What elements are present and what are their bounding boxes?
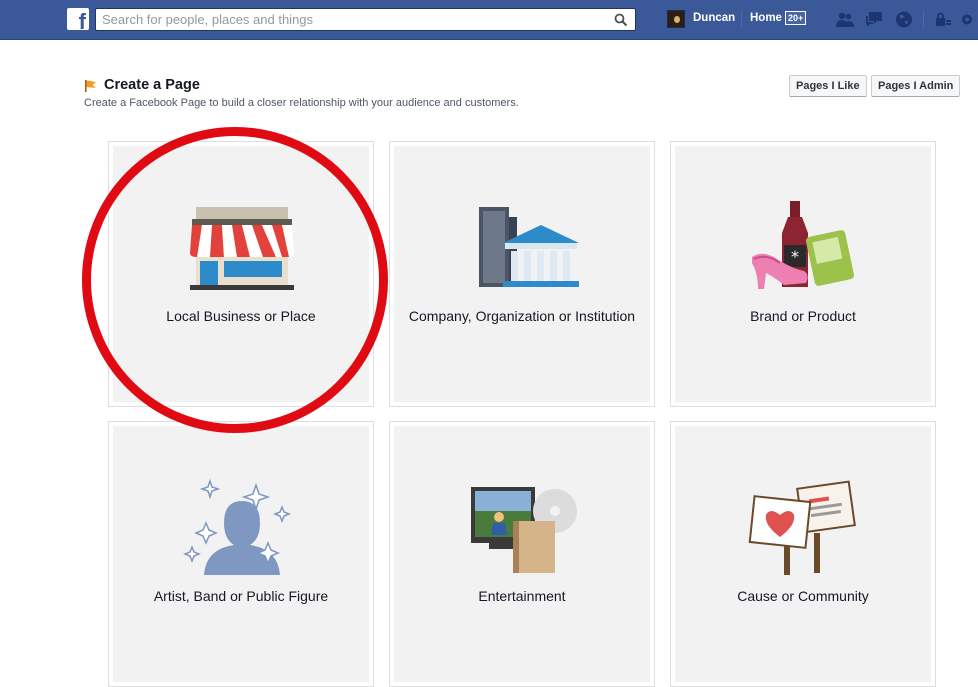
notifications-globe-icon[interactable] [895, 11, 913, 28]
facebook-logo-letter: f [78, 9, 86, 34]
friend-requests-icon[interactable] [836, 11, 854, 28]
page-title: Create a Page [104, 77, 200, 93]
media-icon [471, 487, 577, 573]
top-nav-bar: f Duncan Home 20+ [0, 0, 978, 40]
products-icon: * [752, 201, 855, 289]
pages-i-like-button[interactable]: Pages I Like [789, 75, 867, 97]
star-person-icon [182, 478, 292, 575]
category-label: Cause or Community [737, 588, 869, 604]
nav-user-name[interactable]: Duncan [693, 12, 735, 24]
category-tile-entertainment[interactable]: Entertainment [389, 421, 655, 687]
privacy-shortcuts-icon[interactable] [934, 11, 952, 28]
buildings-icon [479, 207, 579, 287]
category-label: Company, Organization or Institution [408, 308, 636, 324]
flag-icon [85, 80, 96, 92]
category-label: Local Business or Place [166, 308, 316, 324]
category-tile-company[interactable]: Company, Organization or Institution [389, 141, 655, 407]
pages-i-admin-button[interactable]: Pages I Admin [871, 75, 961, 97]
messages-icon[interactable] [865, 11, 883, 28]
category-label: Artist, Band or Public Figure [153, 588, 329, 604]
category-tile-cause[interactable]: Cause or Community [670, 421, 936, 687]
storefront-icon [190, 207, 294, 290]
category-tile-brand[interactable]: * Brand or Product [670, 141, 936, 407]
account-menu-icon[interactable] [960, 11, 974, 28]
nav-divider [923, 10, 924, 28]
home-count-badge: 20+ [785, 11, 807, 25]
category-label: Brand or Product [750, 308, 856, 324]
search-box [95, 8, 636, 31]
protest-signs-icon [748, 480, 856, 575]
nav-home-link[interactable]: Home [750, 12, 782, 24]
facebook-logo[interactable]: f [67, 8, 89, 34]
page-subtitle: Create a Facebook Page to build a closer… [84, 97, 519, 109]
category-tile-local-business[interactable]: Local Business or Place [108, 141, 374, 407]
category-tile-artist[interactable]: Artist, Band or Public Figure [108, 421, 374, 687]
nav-divider [741, 10, 742, 28]
search-icon[interactable] [614, 13, 628, 27]
user-avatar[interactable] [667, 10, 685, 28]
search-input[interactable] [96, 9, 596, 30]
svg-text:*: * [791, 247, 799, 266]
category-label: Entertainment [478, 588, 566, 604]
